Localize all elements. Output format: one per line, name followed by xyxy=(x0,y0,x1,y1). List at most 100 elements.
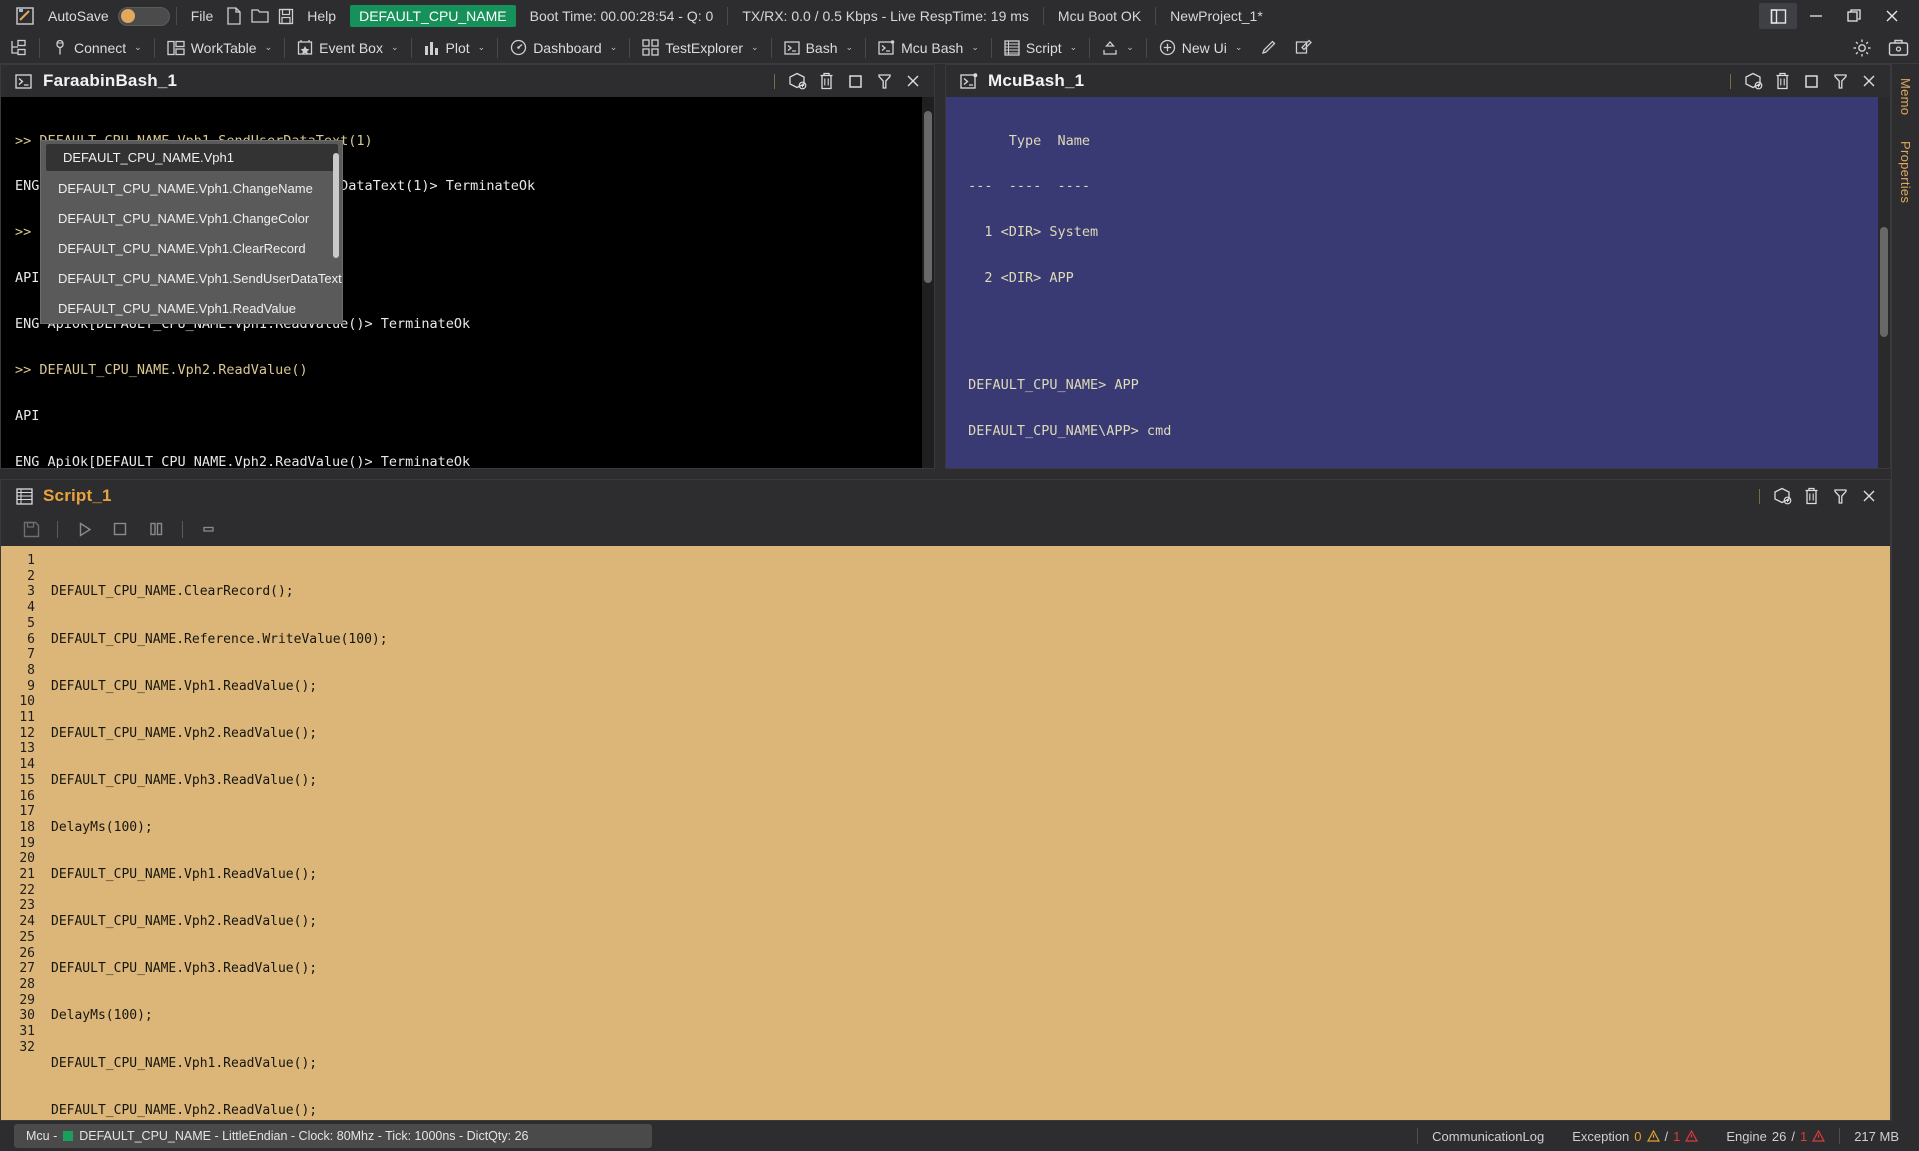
toolbar-item-dashboard[interactable]: Dashboard ⌄ xyxy=(501,33,626,63)
file-menu[interactable]: File xyxy=(183,0,222,32)
delete-icon[interactable] xyxy=(1769,68,1795,94)
mcu-status-prefix: Mcu - xyxy=(26,1129,58,1143)
vertical-splitter[interactable] xyxy=(935,64,945,469)
faraabinbash-terminal[interactable]: >> DEFAULT_CPU_NAME.Vph1.SendUserDataTex… xyxy=(1,97,934,468)
toolbar-label-bash: Bash xyxy=(805,39,838,56)
maximize-panel-icon[interactable] xyxy=(1798,68,1824,94)
autocomplete-item[interactable]: DEFAULT_CPU_NAME.Vph1.ClearRecord xyxy=(41,234,342,264)
help-menu[interactable]: Help xyxy=(299,0,344,32)
filter-icon[interactable] xyxy=(1827,483,1853,509)
mcu-status-chip[interactable]: Mcu - DEFAULT_CPU_NAME - LittleEndian - … xyxy=(14,1124,652,1148)
close-panel-icon[interactable] xyxy=(1856,68,1882,94)
add-object-icon[interactable] xyxy=(1769,483,1795,509)
autocomplete-scrollbar[interactable] xyxy=(333,145,339,319)
terminal-line: DEFAULT_CPU_NAME\APP> cmd xyxy=(960,423,1172,440)
toolbar-item-export[interactable]: ⌄ xyxy=(1093,33,1143,63)
add-object-icon[interactable] xyxy=(1740,68,1766,94)
exception-error-count: 1 xyxy=(1673,1128,1681,1144)
engine-label: Engine xyxy=(1726,1128,1767,1144)
code-line: DEFAULT_CPU_NAME.Vph3.ReadValue(); xyxy=(51,961,318,977)
bash-icon xyxy=(783,40,800,56)
autosave-toggle[interactable] xyxy=(117,6,170,26)
add-object-icon[interactable] xyxy=(784,68,810,94)
step-script-button[interactable] xyxy=(193,516,225,542)
maximize-panel-icon[interactable] xyxy=(842,68,868,94)
toolbar-item-bash[interactable]: Bash ⌄ xyxy=(775,33,862,63)
minimize-icon[interactable] xyxy=(1797,3,1835,29)
autocomplete-item[interactable]: DEFAULT_CPU_NAME.Vph1.ChangeColor xyxy=(41,204,342,234)
delete-icon[interactable] xyxy=(1798,483,1824,509)
autocomplete-scrollbar-thumb[interactable] xyxy=(333,153,339,258)
script-code-text[interactable]: DEFAULT_CPU_NAME.ClearRecord(); DEFAULT_… xyxy=(41,546,1890,1120)
toolbar-right-group xyxy=(1852,38,1909,58)
close-icon[interactable] xyxy=(1873,3,1911,29)
maximize-icon[interactable] xyxy=(1835,3,1873,29)
toolbar-item-eventbox[interactable]: Event Box ⌄ xyxy=(288,33,407,63)
edit-note-icon[interactable] xyxy=(1286,33,1321,63)
line-number: 22 xyxy=(19,882,35,898)
autocomplete-item[interactable]: DEFAULT_CPU_NAME.Vph1.SendUserDataText xyxy=(41,264,342,294)
toolbar-item-script[interactable]: Script ⌄ xyxy=(995,33,1086,63)
faraabinbash-scrollbar-thumb[interactable] xyxy=(924,111,932,283)
filter-icon[interactable] xyxy=(871,68,897,94)
autocomplete-dropdown[interactable]: DEFAULT_CPU_NAME.Vph1 DEFAULT_CPU_NAME.V… xyxy=(40,140,343,324)
rail-item-memo[interactable]: Memo xyxy=(1898,78,1913,115)
mcubash-scrollbar-thumb[interactable] xyxy=(1880,227,1888,337)
terminal-line: API xyxy=(15,407,40,424)
tree-view-icon[interactable] xyxy=(0,33,36,63)
toolbar-item-mcubash[interactable]: Mcu Bash ⌄ xyxy=(869,33,988,63)
toolbar-item-connect[interactable]: Connect ⌄ xyxy=(43,33,151,63)
code-line: DelayMs(100); xyxy=(51,819,153,835)
mcubash-panel-header: McuBash_1 xyxy=(946,65,1890,97)
mcubash-terminal-text: Type Name --- ---- ---- 1 <DIR> System 2… xyxy=(946,97,1890,468)
edit-pencil-icon[interactable] xyxy=(1251,33,1286,63)
line-number: 9 xyxy=(27,678,35,694)
error-triangle-icon xyxy=(1812,1130,1826,1142)
run-script-button[interactable] xyxy=(68,516,100,542)
autocomplete-item[interactable]: DEFAULT_CPU_NAME.Vph1.ReadValue xyxy=(41,294,342,323)
save-script-button[interactable] xyxy=(15,516,47,542)
cpu-name-chip[interactable]: DEFAULT_CPU_NAME xyxy=(350,5,516,27)
script-toolbar xyxy=(1,512,1890,546)
pause-script-button[interactable] xyxy=(140,516,172,542)
filter-icon[interactable] xyxy=(1827,68,1853,94)
toolbar-item-plot[interactable]: Plot ⌄ xyxy=(415,33,495,63)
plot-icon xyxy=(424,40,440,56)
close-panel-icon[interactable] xyxy=(1856,483,1882,509)
open-folder-icon[interactable] xyxy=(247,3,273,29)
panel-tool-divider xyxy=(1759,488,1760,504)
restore-layout-icon[interactable] xyxy=(1759,3,1797,29)
toolbar-item-testexplorer[interactable]: TestExplorer ⌄ xyxy=(633,33,767,63)
autosave-label: AutoSave xyxy=(48,8,109,24)
autocomplete-item[interactable]: DEFAULT_CPU_NAME.Vph1.ChangeName xyxy=(41,174,342,204)
boot-time-status: Boot Time: 00.00:28:54 - Q: 0 xyxy=(529,8,714,24)
autocomplete-item[interactable]: DEFAULT_CPU_NAME.Vph1 xyxy=(46,144,338,171)
stop-script-button[interactable] xyxy=(104,516,136,542)
main-toolbar: Connect ⌄ WorkTable ⌄ Event Box ⌄ Plot ⌄… xyxy=(0,32,1919,64)
save-icon[interactable] xyxy=(273,3,299,29)
mcubash-scrollbar[interactable] xyxy=(1878,97,1890,468)
toolbar-divider-4 xyxy=(410,37,412,58)
script-editor[interactable]: 123 456 789 10 11 12 13 14 15 16 17 18 19 20 21 … xyxy=(1,546,1890,1120)
line-number: 21 xyxy=(19,867,35,883)
settings-gear-icon[interactable] xyxy=(1852,38,1872,58)
toolbar-item-new-ui[interactable]: New Ui ⌄ xyxy=(1150,33,1252,63)
new-file-icon[interactable] xyxy=(221,3,247,29)
code-line: DEFAULT_CPU_NAME.Vph2.ReadValue(); xyxy=(51,725,318,741)
horizontal-splitter[interactable] xyxy=(0,469,1891,479)
line-number: 26 xyxy=(19,945,35,961)
faraabinbash-scrollbar[interactable] xyxy=(922,97,934,468)
toolbox-icon[interactable] xyxy=(1888,38,1909,57)
toolbar-item-worktable[interactable]: WorkTable ⌄ xyxy=(158,33,281,63)
close-panel-icon[interactable] xyxy=(900,68,926,94)
exception-status[interactable]: Exception 0 / 1 xyxy=(1558,1129,1712,1144)
engine-status[interactable]: Engine 26 / 1 xyxy=(1712,1129,1839,1144)
line-number: 28 xyxy=(19,976,35,992)
communication-log-button[interactable]: CommunicationLog xyxy=(1418,1129,1558,1144)
rail-item-properties[interactable]: Properties xyxy=(1898,141,1913,203)
script-panel-tools xyxy=(1753,480,1882,512)
delete-icon[interactable] xyxy=(813,68,839,94)
mcubash-terminal[interactable]: Type Name --- ---- ---- 1 <DIR> System 2… xyxy=(946,97,1890,468)
toolbar-divider-9 xyxy=(990,37,992,58)
toolbar-label-script: Script xyxy=(1025,39,1062,56)
